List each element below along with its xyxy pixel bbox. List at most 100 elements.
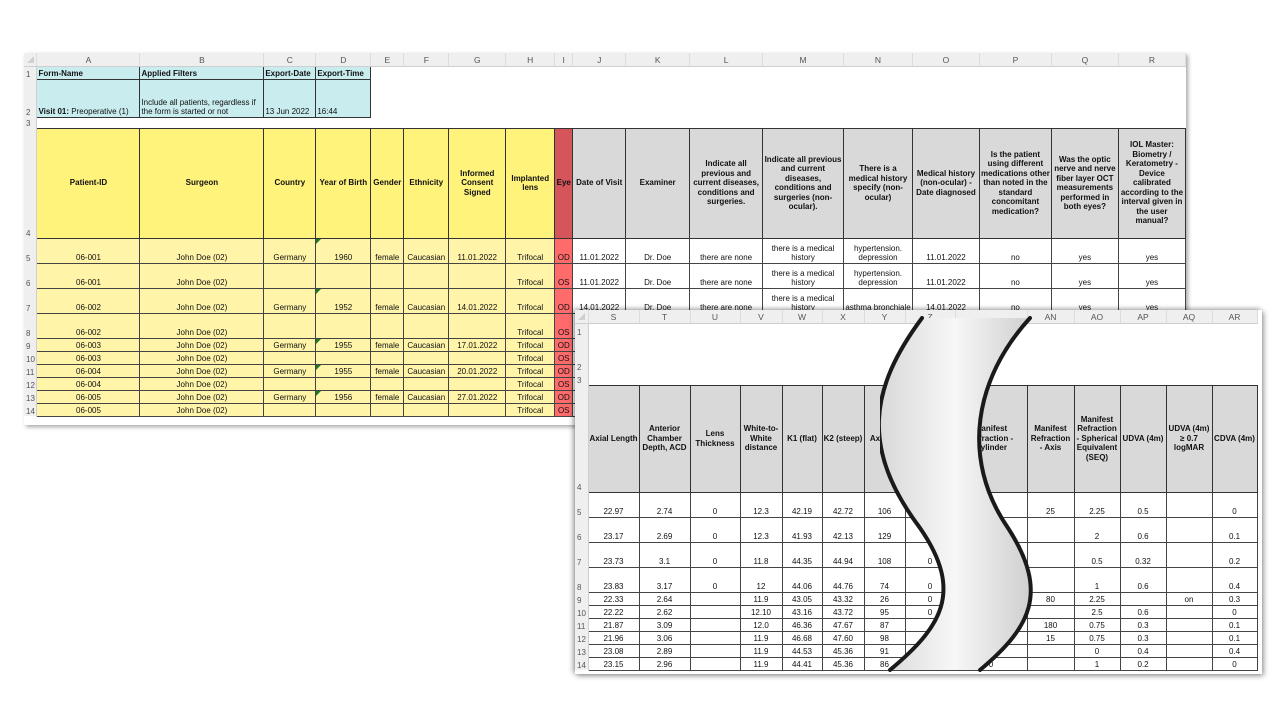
cell[interactable]: Trifocal <box>505 262 556 289</box>
cell[interactable]: OS <box>554 312 574 339</box>
applied-filters-cell[interactable]: Include all patients, regardless if the … <box>139 78 265 118</box>
cell[interactable]: 43.72 <box>821 604 865 619</box>
cell[interactable]: 95 <box>863 604 906 619</box>
cell[interactable]: 27.01.2022 <box>448 389 507 404</box>
cell[interactable]: 0.4 <box>1211 643 1258 658</box>
cell[interactable]: John Doe (02) <box>139 337 265 352</box>
cell[interactable]: 26 <box>863 591 906 606</box>
empty-cell[interactable] <box>140 117 264 128</box>
column-header-c[interactable]: C <box>263 53 317 67</box>
empty-cell[interactable] <box>626 79 690 117</box>
cell[interactable]: 3.1 <box>638 541 691 568</box>
row-number[interactable]: 11 <box>575 618 589 631</box>
cell[interactable] <box>448 312 507 339</box>
empty-cell[interactable] <box>264 117 316 128</box>
empty-cell[interactable] <box>555 117 573 128</box>
empty-cell[interactable] <box>639 337 690 372</box>
empty-cell[interactable] <box>626 117 690 128</box>
cell[interactable]: 42.72 <box>821 491 865 518</box>
empty-cell[interactable] <box>690 337 740 372</box>
cell[interactable] <box>1026 516 1075 543</box>
cell[interactable]: John Doe (02) <box>139 350 265 365</box>
empty-cell[interactable] <box>979 117 1051 128</box>
column-header-f[interactable]: F <box>403 53 450 67</box>
cell[interactable]: 44.35 <box>781 541 823 568</box>
empty-cell[interactable] <box>371 79 404 117</box>
cell[interactable]: 0 <box>1211 656 1258 671</box>
cell[interactable]: 2.69 <box>638 516 691 543</box>
cell[interactable]: 06-005 <box>36 389 141 404</box>
empty-cell[interactable] <box>912 117 979 128</box>
cell[interactable] <box>1165 643 1213 658</box>
cell[interactable]: 91 <box>863 643 906 658</box>
cell[interactable]: 0.6 <box>1119 516 1167 543</box>
cell[interactable]: Caucasian <box>403 237 450 264</box>
cell[interactable]: 12 <box>739 566 783 593</box>
cell[interactable]: 2.62 <box>638 604 691 619</box>
cell[interactable]: 21.96 <box>587 630 640 645</box>
row-number[interactable]: 4 <box>24 128 38 238</box>
cell[interactable]: 0 <box>689 516 741 543</box>
cell[interactable]: 11.01.2022 <box>911 237 980 264</box>
cell[interactable] <box>1026 566 1075 593</box>
cell[interactable] <box>904 643 956 658</box>
cell[interactable]: 11.8 <box>739 541 783 568</box>
cell[interactable]: no <box>978 237 1052 264</box>
cell[interactable] <box>370 262 405 289</box>
row-number[interactable]: 14 <box>24 403 38 416</box>
empty-cell[interactable] <box>316 117 371 128</box>
column-header-m[interactable]: M <box>762 53 845 67</box>
row-number[interactable]: 5 <box>24 238 38 263</box>
cell[interactable]: OD <box>554 363 574 378</box>
empty-cell[interactable] <box>1027 337 1074 372</box>
cell[interactable]: 23.17 <box>587 516 640 543</box>
cell[interactable]: 11.01.2022 <box>448 237 507 264</box>
cell[interactable] <box>954 566 1028 593</box>
cell[interactable]: 22.97 <box>587 491 640 518</box>
column-header-z[interactable]: Z <box>905 310 956 324</box>
cell[interactable]: 0.5 <box>1073 541 1121 568</box>
cell[interactable]: yes <box>1050 262 1119 289</box>
row-number[interactable]: 8 <box>575 567 589 592</box>
cell[interactable]: Trifocal <box>505 287 556 314</box>
cell[interactable]: 3.09 <box>638 617 691 632</box>
column-header-n[interactable]: N <box>843 53 913 67</box>
column-header-i[interactable]: I <box>554 53 574 67</box>
cell[interactable]: 0.3 <box>1119 630 1167 645</box>
column-header-j[interactable]: J <box>572 53 627 67</box>
cell[interactable]: Germany <box>263 237 317 264</box>
cell[interactable]: 0.1 <box>1211 630 1258 645</box>
cell[interactable]: Trifocal <box>505 350 556 365</box>
row-number[interactable]: 2 <box>575 337 589 372</box>
select-all-corner[interactable] <box>575 310 589 324</box>
cell[interactable] <box>689 643 741 658</box>
cell[interactable]: John Doe (02) <box>139 363 265 378</box>
cell[interactable]: 42.19 <box>781 491 823 518</box>
column-header-ar[interactable]: AR <box>1212 310 1258 324</box>
empty-cell[interactable] <box>690 372 740 385</box>
cell[interactable]: 0 <box>1211 491 1258 518</box>
cell[interactable]: 0 <box>904 516 956 543</box>
cell[interactable] <box>1165 630 1213 645</box>
empty-cell[interactable] <box>822 372 864 385</box>
empty-cell[interactable] <box>1074 337 1120 372</box>
empty-cell[interactable] <box>740 337 782 372</box>
cell[interactable]: 74 <box>863 566 906 593</box>
cell[interactable]: 0 <box>954 643 1028 658</box>
cell[interactable]: 44.41 <box>781 656 823 671</box>
cell[interactable]: 1 <box>1073 656 1121 671</box>
cell[interactable]: 0 <box>689 541 741 568</box>
row-number[interactable]: 5 <box>575 492 589 517</box>
cell[interactable]: OS <box>554 402 574 417</box>
cell[interactable]: 06-001 <box>36 237 141 264</box>
column-header-an[interactable]: AN <box>1027 310 1075 324</box>
empty-cell[interactable] <box>1166 337 1212 372</box>
cell[interactable]: 45.36 <box>821 643 865 658</box>
row-number[interactable]: 3 <box>575 372 589 385</box>
empty-cell[interactable] <box>371 117 404 128</box>
cell[interactable]: 0.2 <box>1119 656 1167 671</box>
cell[interactable]: 1955 <box>315 337 372 352</box>
cell[interactable]: 12.0 <box>739 617 783 632</box>
cell[interactable]: Trifocal <box>505 337 556 352</box>
cell[interactable]: there are none <box>689 262 764 289</box>
